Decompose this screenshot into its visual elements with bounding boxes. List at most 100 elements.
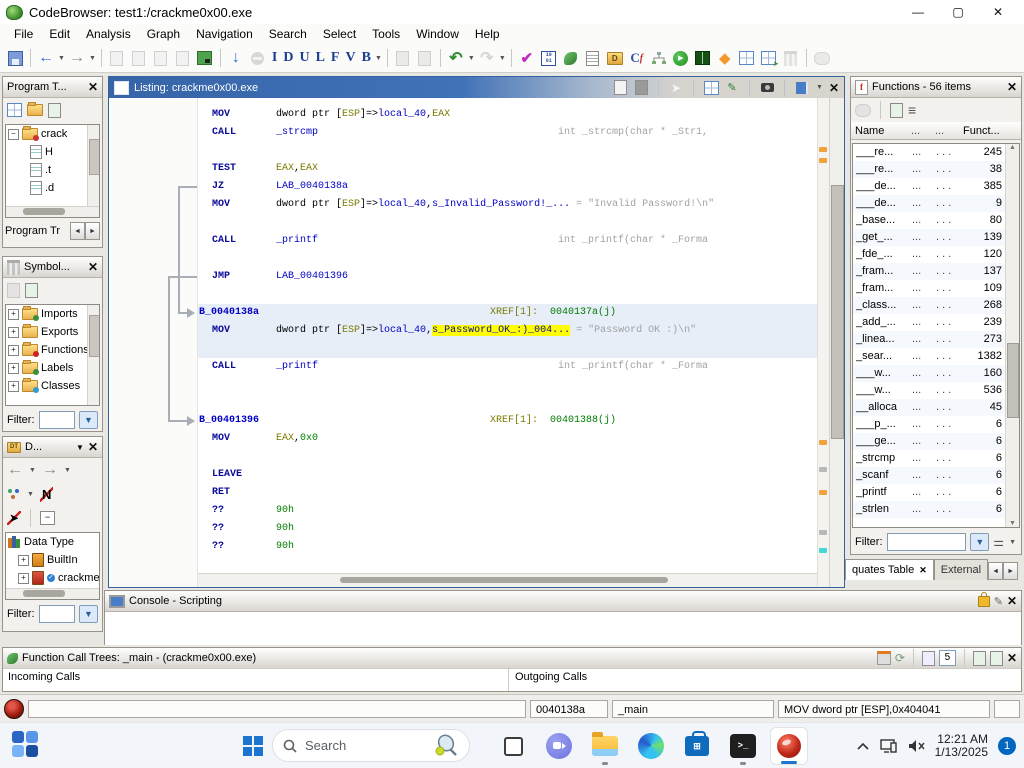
- incoming-calls-pane[interactable]: Incoming Calls: [3, 668, 509, 691]
- listing-blank-row[interactable]: [198, 394, 817, 412]
- nav-forward-icon[interactable]: →: [67, 47, 87, 69]
- menu-analysis[interactable]: Analysis: [78, 25, 139, 43]
- bookmark-marker[interactable]: [819, 158, 827, 163]
- toolbar-letter-b[interactable]: B: [359, 50, 374, 66]
- snapshot-paste-icon[interactable]: [415, 47, 435, 69]
- menu-navigation[interactable]: Navigation: [188, 25, 261, 43]
- mnemonic[interactable]: CALL: [212, 358, 236, 376]
- function-row[interactable]: ___re....... . .245: [853, 144, 1019, 161]
- close-button[interactable]: ✕: [978, 2, 1018, 22]
- operands[interactable]: dword ptr [ESP]=>local_40,s_Password_OK_…: [276, 322, 696, 340]
- bytes-viewer-icon[interactable]: 1001: [539, 47, 559, 69]
- operands[interactable]: dword ptr [ESP]=>local_40,s_Invalid_Pass…: [276, 196, 714, 214]
- function-row[interactable]: _linea....... . .273: [853, 331, 1019, 348]
- paste-icon[interactable]: [633, 80, 649, 96]
- symbol-tree[interactable]: +Imports+Exports+Functions+Labels+Classe…: [5, 304, 100, 406]
- menu-edit[interactable]: Edit: [41, 25, 78, 43]
- new-window-icon[interactable]: [922, 651, 935, 666]
- listing-instruction-row[interactable]: MOVEAX,0x0: [198, 430, 817, 448]
- listing-instruction-row[interactable]: ??90h: [198, 520, 817, 538]
- function-row[interactable]: _printf.... . .6: [853, 484, 1019, 501]
- listing-instruction-row[interactable]: RET: [198, 484, 817, 502]
- expand-icon[interactable]: +: [8, 345, 19, 356]
- filter-clear-icon[interactable]: ▼: [970, 533, 989, 551]
- filter-sliders-icon[interactable]: ⚌: [993, 535, 1004, 549]
- listing-label[interactable]: B_00401396: [199, 412, 259, 430]
- search-box[interactable]: Search: [272, 729, 470, 762]
- toolbar-letter-l[interactable]: L: [313, 50, 328, 66]
- function-row[interactable]: ___re....... . .38: [853, 161, 1019, 178]
- operands[interactable]: EAX,EAX: [276, 160, 318, 178]
- xref-value[interactable]: 00401388(j): [550, 412, 616, 430]
- edge-button[interactable]: [632, 727, 670, 765]
- tabs-scroll-left-icon[interactable]: ◄: [988, 562, 1003, 580]
- listing-instruction-row[interactable]: LEAVE: [198, 466, 817, 484]
- tree-node-dtm-root[interactable]: Data Type: [6, 533, 99, 551]
- functions-vscrollbar[interactable]: ▲ ▼: [1005, 144, 1019, 527]
- run-icon[interactable]: ▶: [671, 47, 691, 69]
- function-row[interactable]: _base....... . .80: [853, 212, 1019, 229]
- tab-external[interactable]: External: [934, 559, 988, 580]
- listing-blank-row[interactable]: [198, 340, 817, 358]
- pointer-filter-icon[interactable]: ➤: [7, 511, 21, 525]
- functions-table[interactable]: ___re....... . .245___re....... . .38 ___…: [852, 143, 1020, 528]
- menu-help[interactable]: Help: [467, 25, 508, 43]
- mnemonic[interactable]: RET: [212, 484, 230, 502]
- listing-instruction-row[interactable]: CALL_strcmpint _strcmp(char * _Str1,: [198, 124, 817, 142]
- column-header-name[interactable]: Name: [855, 125, 911, 137]
- function-row[interactable]: _fde_....... . .120: [853, 246, 1019, 263]
- toolbar-letter-d[interactable]: D: [280, 50, 296, 66]
- paste-special-icon[interactable]: [129, 47, 149, 69]
- mnemonic[interactable]: ??: [212, 502, 224, 520]
- redo-dropdown-icon[interactable]: ▼: [499, 55, 506, 62]
- tabs-scroll-right-icon[interactable]: ►: [1003, 562, 1018, 580]
- call-hierarchy-icon[interactable]: [649, 47, 669, 69]
- program-tree-hscrollbar[interactable]: [6, 206, 99, 217]
- store-button[interactable]: ⊞: [678, 727, 716, 765]
- edit-function-icon[interactable]: [855, 104, 871, 117]
- depth-spinner[interactable]: 5: [939, 650, 956, 666]
- operands[interactable]: 90h: [276, 520, 294, 538]
- toolbar-letter-f[interactable]: F: [328, 50, 343, 66]
- diamond-bookmark-icon[interactable]: ◆: [715, 47, 735, 69]
- listing-blank-row[interactable]: [198, 250, 817, 268]
- toolbar-letter-u[interactable]: U: [296, 50, 312, 66]
- listing-instruction-row[interactable]: MOVdword ptr [ESP]=>local_40,EAX: [198, 106, 817, 124]
- listing-label-row[interactable]: B_00401396XREF[1]:00401388(j): [198, 412, 817, 430]
- program-tree[interactable]: − crack H .t .d: [5, 124, 100, 218]
- function-row[interactable]: _scanf.... . .6: [853, 467, 1019, 484]
- operands[interactable]: _printf: [276, 358, 318, 376]
- function-row[interactable]: ___w....... . .160: [853, 365, 1019, 382]
- notification-badge[interactable]: 1: [998, 737, 1016, 755]
- dtm-hscrollbar[interactable]: [6, 588, 99, 599]
- nav-back-icon[interactable]: ←: [36, 47, 56, 69]
- bookmark-marker[interactable]: [819, 440, 827, 445]
- mnemonic[interactable]: JZ: [212, 178, 224, 196]
- tab-equates-table[interactable]: quates Table ✕: [845, 559, 934, 580]
- tree-node-classes[interactable]: +Classes: [6, 377, 99, 395]
- letters-dropdown-icon[interactable]: ▼: [375, 55, 382, 62]
- program-tree-tab[interactable]: Program Tr: [5, 225, 70, 237]
- expand-icon[interactable]: +: [8, 309, 19, 320]
- mnemonic[interactable]: MOV: [212, 106, 230, 124]
- function-row[interactable]: _strlen.... . .6: [853, 501, 1019, 518]
- filter-options-icon[interactable]: ▼: [79, 411, 98, 429]
- memory-map-icon[interactable]: [693, 47, 713, 69]
- listing-vscrollbar[interactable]: [829, 98, 844, 587]
- book-dropdown-icon[interactable]: ▼: [816, 84, 823, 91]
- operands[interactable]: LAB_00401396: [276, 268, 348, 286]
- nav-back-dropdown-icon[interactable]: ▼: [58, 55, 65, 62]
- expand-icon[interactable]: +: [8, 381, 19, 392]
- function-row[interactable]: ___de....... . .9: [853, 195, 1019, 212]
- operands[interactable]: _strcmp: [276, 124, 318, 142]
- function-row[interactable]: _get_....... . .139: [853, 229, 1019, 246]
- column-header-location[interactable]: ...: [911, 125, 935, 137]
- operands[interactable]: _printf: [276, 232, 318, 250]
- expand-icon[interactable]: +: [8, 363, 19, 374]
- menu-search[interactable]: Search: [261, 25, 315, 43]
- menu-file[interactable]: File: [6, 25, 41, 43]
- chat-button[interactable]: [540, 727, 578, 765]
- bookmark-marker[interactable]: [819, 490, 827, 495]
- make-selection-icon[interactable]: [890, 103, 903, 118]
- margin-book-icon[interactable]: [794, 80, 810, 96]
